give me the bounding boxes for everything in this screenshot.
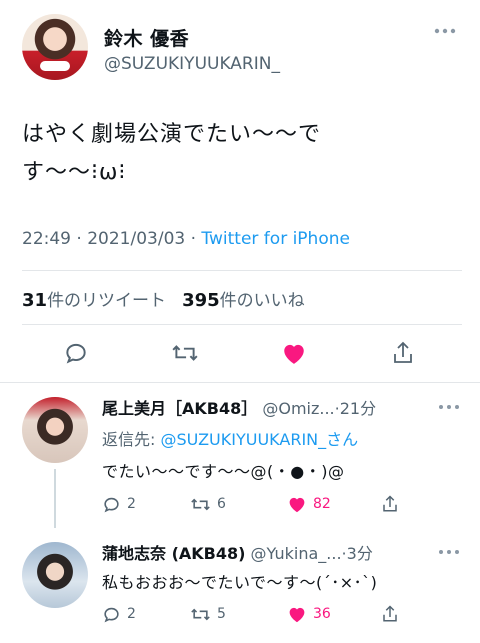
tweet-source-link[interactable]: Twitter for iPhone (201, 229, 350, 249)
reply-tweet[interactable]: 尾上美月［AKB48］ @Omiz...·21分 返信先: @SUZUKIYUU… (0, 383, 480, 528)
heart-filled-icon (284, 344, 304, 364)
meta-separator: · (76, 229, 82, 249)
tweet-date: 2021/03/03 (87, 229, 186, 249)
share-button[interactable] (381, 492, 399, 516)
reply-header: 尾上美月［AKB48］ @Omiz...·21分 (102, 395, 376, 419)
reply-text: でたい〜〜です〜〜@(・●・)@ (102, 462, 345, 481)
reply-icon (66, 343, 86, 364)
share-icon (394, 341, 412, 363)
retweet-button[interactable] (167, 335, 203, 371)
reply-header: 蒲地志奈 (AKB48) @Yukina_...·3分 (102, 540, 373, 564)
reply-icon (104, 497, 119, 512)
divider (22, 324, 462, 325)
likes-count: 395 (182, 290, 220, 311)
author-name[interactable]: 鈴木 優香 (104, 24, 189, 51)
reply-author-name[interactable]: 蒲地志奈 (AKB48) (102, 544, 245, 563)
author-handle[interactable]: @SUZUKIYUUKARIN_ (104, 54, 280, 74)
tweet-meta: 22:49 · 2021/03/03 · Twitter for iPhone (22, 229, 350, 249)
share-button[interactable] (381, 602, 399, 626)
like-button[interactable] (276, 335, 312, 371)
likes-label: 件のいいね (219, 291, 305, 311)
like-count: 36 (313, 606, 331, 622)
like-button[interactable]: 36 (287, 602, 331, 626)
retweet-count: 6 (217, 496, 226, 512)
reply-tweet[interactable]: 蒲地志奈 (AKB48) @Yukina_...·3分 私もおおお〜でたいで〜す… (0, 528, 480, 643)
divider (22, 270, 462, 271)
main-tweet-header: 鈴木 優香 @SUZUKIYUUKARIN_ (22, 14, 462, 86)
likes-stat[interactable]: 395件のいいね (182, 290, 305, 311)
reply-time: ·21分 (334, 399, 377, 418)
retweets-label: 件のリツイート (47, 291, 167, 311)
reply-text: 私もおおお〜でたいで〜す〜(´･×･`) (102, 573, 378, 592)
like-count: 82 (313, 496, 331, 512)
reply-count: 2 (127, 496, 136, 512)
tweet-detail-page: 鈴木 優香 @SUZUKIYUUKARIN_ はやく劇場公演でたい〜〜で す〜〜… (0, 0, 480, 643)
reply-author-handle[interactable]: @Yukina_... (251, 544, 342, 563)
tweet-stats: 31件のリツイート 395件のいいね (22, 286, 305, 311)
reply-author-handle[interactable]: @Omiz... (262, 399, 334, 418)
heart-filled-icon (289, 497, 305, 513)
more-options-icon[interactable] (438, 547, 460, 557)
avatar[interactable] (22, 14, 88, 80)
like-button[interactable]: 82 (287, 492, 331, 516)
reply-button[interactable] (58, 335, 94, 371)
share-button[interactable] (385, 335, 421, 371)
thread-line (54, 469, 56, 528)
retweet-icon (172, 345, 198, 361)
more-options-icon[interactable] (434, 26, 456, 36)
retweet-button[interactable]: 5 (190, 602, 226, 626)
retweet-count: 5 (217, 606, 226, 622)
reply-actions: 2 5 36 (102, 602, 402, 626)
retweet-icon (191, 608, 210, 620)
heart-filled-icon (289, 607, 305, 623)
meta-separator: · (190, 229, 197, 249)
tweet-text: はやく劇場公演でたい〜〜で す〜〜⁝ω⁝ (22, 122, 322, 185)
tweet-actions (22, 335, 462, 373)
reply-author-name[interactable]: 尾上美月［AKB48］ (102, 399, 257, 418)
tweet-time: 22:49 (22, 229, 71, 249)
reply-count: 2 (127, 606, 136, 622)
replying-to-mention[interactable]: @SUZUKIYUUKARIN_さん (161, 430, 359, 449)
avatar[interactable] (22, 397, 88, 463)
replying-to: 返信先: @SUZUKIYUUKARIN_さん (102, 426, 358, 450)
replying-to-label: 返信先: (102, 430, 156, 449)
retweet-icon (191, 498, 210, 510)
reply-button[interactable]: 2 (102, 492, 136, 516)
reply-icon (104, 607, 119, 622)
share-icon (383, 495, 397, 512)
retweets-stat[interactable]: 31件のリツイート (22, 290, 167, 311)
reply-button[interactable]: 2 (102, 602, 136, 626)
reply-time: ·3分 (341, 544, 373, 563)
retweet-button[interactable]: 6 (190, 492, 226, 516)
reply-actions: 2 6 82 (102, 492, 402, 516)
retweets-count: 31 (22, 290, 48, 311)
avatar[interactable] (22, 542, 88, 608)
share-icon (383, 605, 397, 622)
more-options-icon[interactable] (438, 402, 460, 412)
